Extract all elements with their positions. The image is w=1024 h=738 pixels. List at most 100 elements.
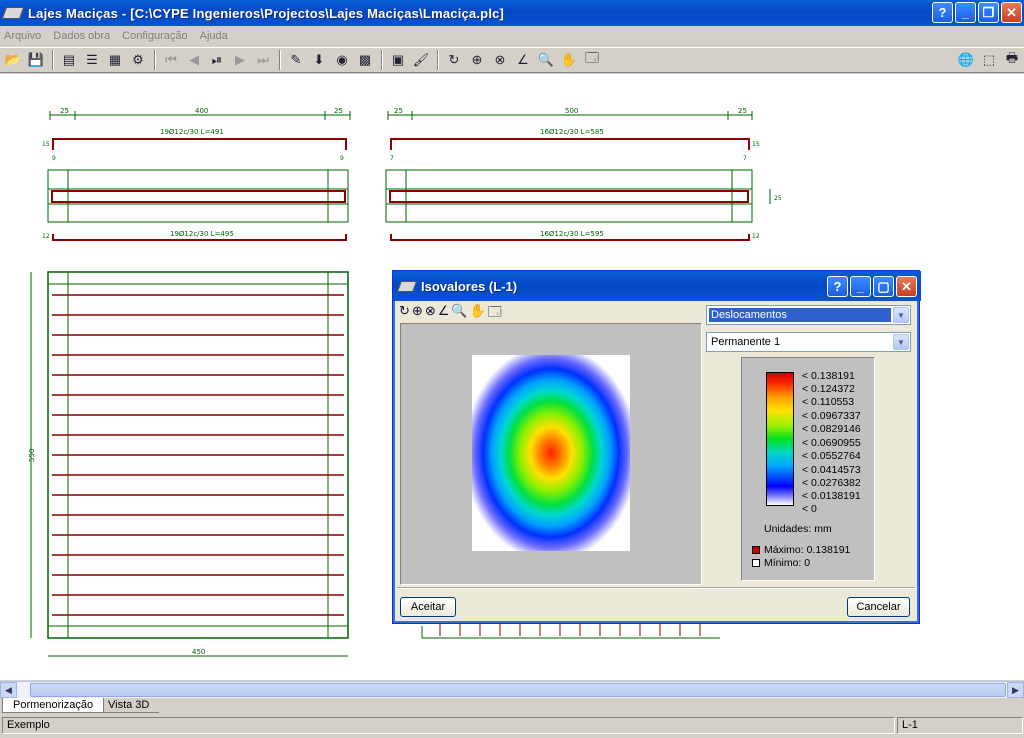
tab-pormenorizacao[interactable]: Pormenorização [2, 698, 105, 713]
contour-fill [472, 355, 630, 551]
main-toolbar: 📂 💾 ▤ ☰ ▦ ⚙ ⏮ ◀ ⏯ ▶ ⏭ ✎ ⬇ ◉ ▩ ▣ 🖌 ↻ ⊕ ⊗ … [0, 47, 1024, 73]
close-button[interactable]: ✕ [1001, 2, 1022, 23]
dialog-help-button[interactable]: ? [827, 276, 848, 297]
slab2-dim-mid: 500 [565, 107, 578, 115]
slab1-dim-left: 25 [60, 107, 69, 115]
slab1-end-left: 9 [52, 155, 56, 162]
zoom-window-icon[interactable]: ⊕ [412, 303, 423, 321]
zoom-out-icon[interactable]: 🔍 [535, 49, 557, 71]
help-button[interactable]: ? [932, 2, 953, 23]
dialog-app-icon [396, 280, 418, 292]
measure-icon[interactable]: ∠ [512, 49, 534, 71]
zoom-out-icon[interactable]: 🔍 [451, 303, 467, 321]
print-preview-icon[interactable]: 🗔 [488, 303, 502, 321]
table-dropdown-icon[interactable]: ▦ [104, 49, 126, 71]
export-icon[interactable]: ⬚ [978, 49, 1000, 71]
restore-button[interactable]: ❐ [978, 2, 999, 23]
menu-dados-obra[interactable]: Dados obra [53, 30, 110, 42]
dialog-maximize-button[interactable]: ▢ [873, 276, 894, 297]
zoom-extents-icon[interactable]: ⊗ [425, 303, 436, 321]
pan-icon[interactable]: ✋ [558, 49, 580, 71]
minimize-button[interactable]: _ [955, 2, 976, 23]
zoom-window-icon[interactable]: ⊕ [466, 49, 488, 71]
monitor-icon[interactable]: ▣ [387, 49, 409, 71]
legend-label: < 0.138191 [802, 370, 855, 382]
units-label: Unidades: mm [764, 523, 832, 535]
slab2-bottom-bar-label: 16Ø12c/30 L=595 [540, 230, 604, 238]
open-folder-icon[interactable]: 📂 [2, 49, 24, 71]
status-right: L-1 [897, 716, 1023, 734]
slab1-section [47, 169, 349, 223]
last-icon[interactable]: ⏭ [252, 49, 274, 71]
zoom-extents-icon[interactable]: ⊗ [489, 49, 511, 71]
redraw-icon[interactable]: ↻ [399, 303, 410, 321]
slab-plan [30, 271, 349, 657]
slab-icon[interactable]: ▤ [58, 49, 80, 71]
toolbar-separator [437, 50, 439, 70]
slab1-bottom-bar-label: 19Ø12c/30 L=495 [170, 230, 234, 238]
window-title: Lajes Maciças - [C:\CYPE Ingenieros\Proj… [28, 5, 505, 21]
slab1-top-bar-label: 19Ø12c/30 L=491 [160, 128, 224, 136]
dialog-close-button[interactable]: ✕ [896, 276, 917, 297]
horizontal-scrollbar[interactable]: ◀ ▶ [0, 681, 1024, 698]
print-icon[interactable]: 🖶 [1001, 49, 1023, 71]
cancel-button[interactable]: Cancelar [847, 597, 910, 617]
print-preview-icon[interactable]: 🗔 [581, 49, 603, 71]
load-icon[interactable]: ⬇ [308, 49, 330, 71]
accept-button[interactable]: Aceitar [400, 597, 456, 617]
menu-ajuda[interactable]: Ajuda [200, 30, 228, 42]
toolbar-separator [154, 50, 156, 70]
previous-icon[interactable]: ◀ [183, 49, 205, 71]
toolbar-separator [381, 50, 383, 70]
window-title-bar: Lajes Maciças - [C:\CYPE Ingenieros\Proj… [0, 0, 1024, 26]
settings-icon[interactable]: ⚙ [127, 49, 149, 71]
menu-bar: Arquivo Dados obra Configuração Ajuda [0, 26, 1024, 46]
slab2-plan-bottom [421, 624, 720, 639]
menu-configuracao[interactable]: Configuração [122, 30, 187, 42]
legend-label: < 0 [802, 503, 817, 515]
scroll-thumb[interactable] [30, 683, 1006, 697]
menu-arquivo[interactable]: Arquivo [4, 30, 41, 42]
brush-icon[interactable]: 🖌 [410, 49, 432, 71]
scroll-right-arrow-icon[interactable]: ▶ [1007, 682, 1024, 698]
first-icon[interactable]: ⏮ [160, 49, 182, 71]
isovalues-icon[interactable]: ◉ [331, 49, 353, 71]
grid-icon[interactable]: ▩ [354, 49, 376, 71]
measure-icon[interactable]: ∠ [438, 303, 450, 321]
legend-label: < 0.0552764 [802, 450, 861, 462]
fit-icon[interactable]: ⏯ [206, 49, 228, 71]
color-scale-bar [766, 372, 794, 506]
list-icon[interactable]: ☰ [81, 49, 103, 71]
slab2-hook-bottom: 12 [752, 233, 760, 240]
slab2-dim-left: 25 [394, 107, 403, 115]
maximum-row: Máximo: 0.138191 [752, 544, 850, 556]
load-case-select[interactable]: Permanente 1 ▼ [706, 332, 911, 352]
max-color-swatch [752, 546, 760, 554]
drawing-icon[interactable]: ✎ [285, 49, 307, 71]
result-type-select[interactable]: Deslocamentos ▼ [706, 305, 911, 325]
legend-label: < 0.0690955 [802, 437, 861, 449]
tab-vista-3d[interactable]: Vista 3D [98, 698, 160, 713]
globe-dropdown-icon[interactable]: 🌐 [955, 49, 977, 71]
dialog-title: Isovalores (L-1) [421, 278, 518, 294]
isovalues-plot[interactable] [400, 323, 702, 585]
slab2-section [385, 169, 771, 223]
redraw-icon[interactable]: ↻ [443, 49, 465, 71]
chevron-down-icon[interactable]: ▼ [893, 334, 909, 350]
dialog-title-bar: Isovalores (L-1) ? _ ▢ ✕ [393, 271, 921, 301]
plan-dim-horizontal: 450 [192, 648, 205, 656]
pan-icon[interactable]: ✋ [470, 303, 486, 321]
slab1-dim-mid: 400 [195, 107, 208, 115]
status-left: Exemplo [2, 716, 895, 734]
slab1-hook-bottom: 12 [42, 233, 50, 240]
dialog-minimize-button[interactable]: _ [850, 276, 871, 297]
load-case-value: Permanente 1 [711, 336, 781, 348]
slab2-end-left: 7 [390, 155, 394, 162]
legend-label: < 0.0138191 [802, 490, 861, 502]
next-icon[interactable]: ▶ [229, 49, 251, 71]
save-icon[interactable]: 💾 [25, 49, 47, 71]
slab2-dim-right: 25 [738, 107, 747, 115]
minimum-label: Mínimo: 0 [764, 557, 811, 569]
scroll-left-arrow-icon[interactable]: ◀ [0, 682, 17, 698]
chevron-down-icon[interactable]: ▼ [893, 307, 909, 323]
